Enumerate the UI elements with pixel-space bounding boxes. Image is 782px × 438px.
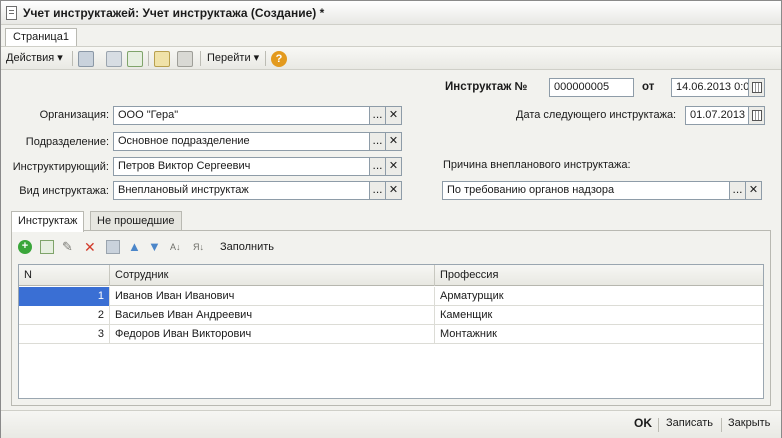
based-on-icon[interactable] [154,51,170,67]
document-icon [6,6,17,20]
fill-button[interactable]: Заполнить [220,241,274,253]
column-header-profession[interactable]: Профессия [435,265,763,286]
save-button[interactable]: Записать [666,417,713,429]
column-header-n[interactable]: N [19,265,110,286]
main-toolbar: Действия ▾ Перейти ▾ ? [1,46,781,70]
department-clear-button[interactable]: ✕ [386,132,402,151]
number-field[interactable]: 000000005 [549,78,634,97]
actions-menu-button[interactable]: Действия ▾ [6,50,63,67]
section-tabs: Инструктаж Не прошедшие [11,211,771,232]
employees-table: N Сотрудник Профессия 1 Иванов Иван Иван… [18,264,764,399]
close-button[interactable]: Закрыть [728,417,770,429]
print-icon[interactable] [177,51,193,67]
department-field[interactable]: Основное подразделение [113,132,370,151]
calendar-icon [752,82,762,93]
organization-clear-button[interactable]: ✕ [386,106,402,125]
tab-not-passed[interactable]: Не прошедшие [90,211,182,231]
sort-ascending-icon[interactable]: A↓ [170,240,184,254]
instructor-label: Инструктирующий: [12,161,109,173]
cell-profession: Каменщик [440,309,493,321]
next-date-label: Дата следующего инструктажа: [516,109,677,121]
next-date-calendar-button[interactable] [749,106,765,125]
toolbar-separator [200,51,201,66]
next-date-field[interactable]: 01.07.2013 [685,106,749,125]
cell-n: 2 [19,306,110,325]
type-clear-button[interactable]: ✕ [386,181,402,200]
type-label: Вид инструктажа: [19,185,109,197]
cell-n: 1 [19,287,110,306]
column-header-employee[interactable]: Сотрудник [110,265,435,286]
reason-field[interactable]: По требованию органов надзора [442,181,730,200]
end-edit-icon[interactable] [106,240,120,254]
table-header: N Сотрудник Профессия [19,265,763,286]
type-choose-button[interactable]: ... [370,181,386,200]
cell-profession: Арматурщик [440,290,504,302]
copy-document-icon[interactable] [127,51,143,67]
cell-employee: Васильев Иван Андреевич [110,306,435,325]
table-row[interactable]: 2 Васильев Иван Андреевич Каменщик [19,306,763,325]
copy-row-icon[interactable] [40,240,54,254]
instructor-choose-button[interactable]: ... [370,157,386,176]
toolbar-separator [72,51,73,66]
save-document-icon[interactable] [106,51,122,67]
footer-bar: OK Записать Закрыть [1,410,781,438]
footer-separator [658,418,659,432]
footer-separator [721,418,722,432]
title-bar[interactable]: Учет инструктажей: Учет инструктажа (Соз… [1,1,781,25]
organization-choose-button[interactable]: ... [370,106,386,125]
cell-profession: Монтажник [440,328,497,340]
move-down-icon[interactable]: ▼ [148,240,162,254]
document-window: Учет инструктажей: Учет инструктажа (Соз… [0,0,782,438]
reason-choose-button[interactable]: ... [730,181,746,200]
cell-employee: Иванов Иван Иванович [110,287,435,306]
goto-menu-button[interactable]: Перейти ▾ [207,50,259,67]
type-field[interactable]: Внеплановый инструктаж [113,181,370,200]
post-document-icon[interactable] [78,51,94,67]
table-row[interactable]: 1 Иванов Иван Иванович Арматурщик [19,287,763,306]
department-label: Подразделение: [25,136,109,148]
help-icon[interactable]: ? [271,51,287,67]
table-row[interactable]: 3 Федоров Иван Викторович Монтажник [19,325,763,344]
edit-row-icon[interactable]: ✎ [62,240,76,254]
tab-panel-instruction: + ✎ ✕ ▲ ▼ A↓ Я↓ Заполнить N Сотрудник Пр… [11,230,771,406]
sort-descending-icon[interactable]: Я↓ [193,240,207,254]
department-choose-button[interactable]: ... [370,132,386,151]
calendar-icon [752,110,762,121]
date-label: от [642,81,655,93]
cell-employee: Федоров Иван Викторович [110,325,435,344]
delete-row-icon[interactable]: ✕ [84,240,98,254]
tab-instruction[interactable]: Инструктаж [11,211,85,232]
reason-clear-button[interactable]: ✕ [746,181,762,200]
calendar-button[interactable] [749,78,765,97]
toolbar-separator [265,51,266,66]
window-title: Учет инструктажей: Учет инструктажа (Соз… [23,6,325,20]
cell-n: 3 [19,325,110,344]
instructor-clear-button[interactable]: ✕ [386,157,402,176]
toolbar-separator [148,51,149,66]
ok-button[interactable]: OK [634,416,652,430]
table-toolbar: + ✎ ✕ ▲ ▼ A↓ Я↓ Заполнить [18,237,758,259]
organization-field[interactable]: ООО "Гера" [113,106,370,125]
date-field[interactable]: 14.06.2013 0:0 [671,78,749,97]
tab-page1[interactable]: Страница1 [5,28,77,47]
reason-label: Причина внепланового инструктажа: [443,159,631,171]
page-tabs: Страница1 [1,26,781,47]
move-up-icon[interactable]: ▲ [128,240,142,254]
organization-label: Организация: [39,109,109,121]
add-row-icon[interactable]: + [18,240,32,254]
number-label: Инструктаж № [445,81,528,93]
instructor-field[interactable]: Петров Виктор Сергеевич [113,157,370,176]
